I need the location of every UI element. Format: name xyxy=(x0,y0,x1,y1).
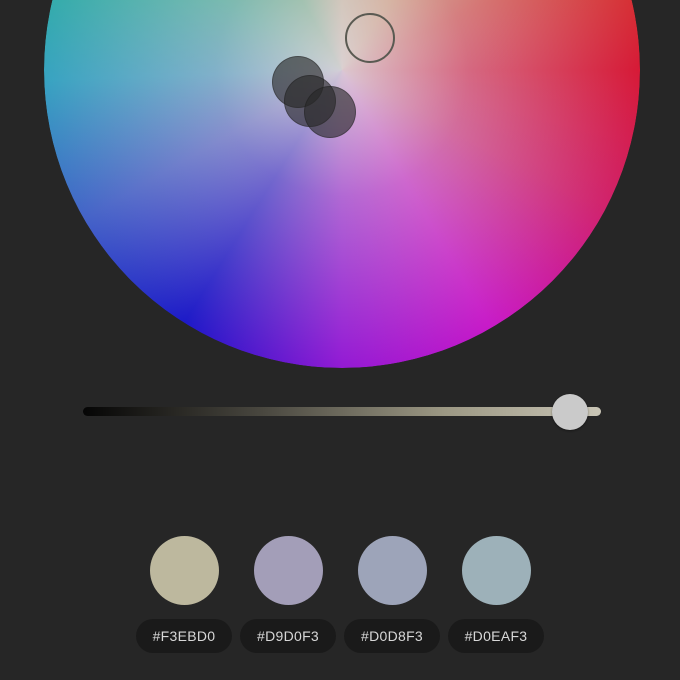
wheel-saturation-layer xyxy=(44,0,640,368)
swatch-1[interactable]: #F3EBD0 xyxy=(132,536,236,656)
swatch-color-circle[interactable] xyxy=(462,536,531,605)
brightness-slider-track[interactable] xyxy=(83,407,601,416)
swatch-row: #F3EBD0 #D9D0F3 #D0D8F3 #D0EAF3 xyxy=(0,536,680,656)
swatch-3[interactable]: #D0D8F3 xyxy=(340,536,444,656)
swatch-color-circle[interactable] xyxy=(254,536,323,605)
swatch-hex-label[interactable]: #D0EAF3 xyxy=(448,619,544,653)
ring-handle-icon[interactable] xyxy=(345,13,395,63)
swatch-4[interactable]: #D0EAF3 xyxy=(444,536,548,656)
swatch-color-circle[interactable] xyxy=(150,536,219,605)
swatch-color-circle[interactable] xyxy=(358,536,427,605)
color-wheel[interactable] xyxy=(44,0,640,368)
swatch-hex-label[interactable]: #F3EBD0 xyxy=(136,619,232,653)
brightness-slider-thumb[interactable] xyxy=(552,394,588,430)
color-picker-screen: #F3EBD0 #D9D0F3 #D0D8F3 #D0EAF3 xyxy=(0,0,680,680)
circle-handle-icon[interactable] xyxy=(304,86,356,138)
swatch-2[interactable]: #D9D0F3 xyxy=(236,536,340,656)
swatch-hex-label[interactable]: #D0D8F3 xyxy=(344,619,440,653)
swatch-hex-label[interactable]: #D9D0F3 xyxy=(240,619,336,653)
